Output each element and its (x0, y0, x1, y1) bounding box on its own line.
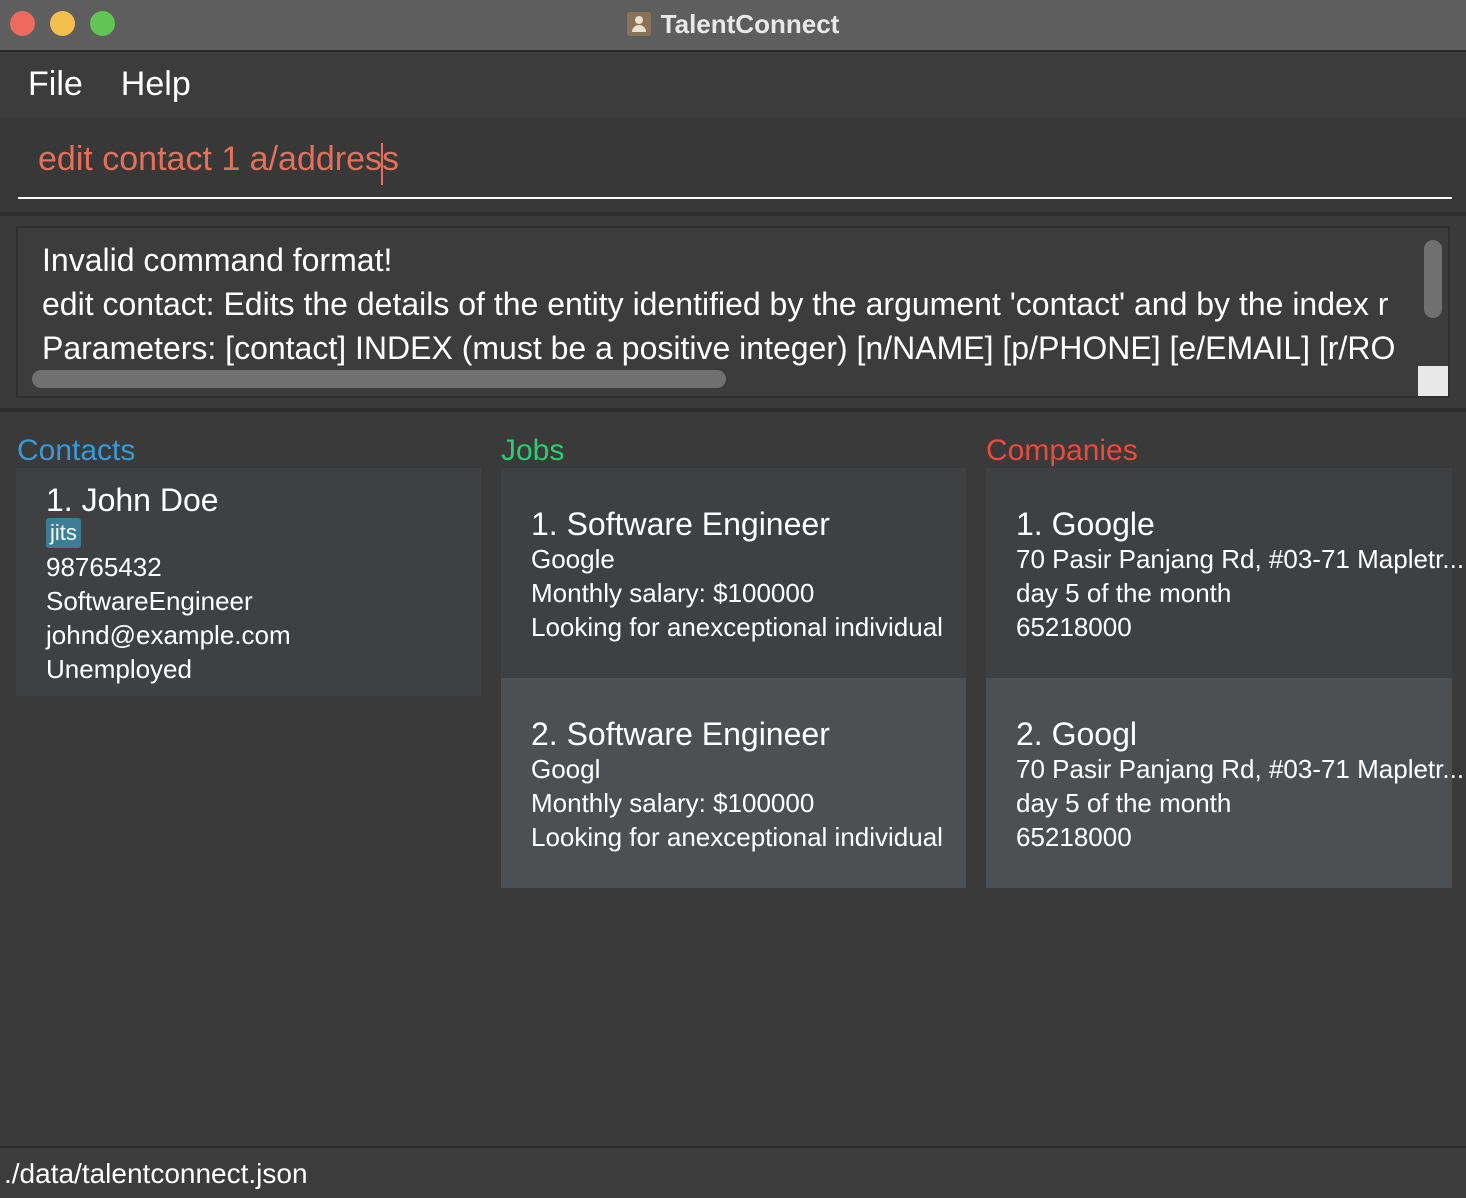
contact-email: johnd@example.com (46, 620, 291, 650)
scroll-corner (1418, 366, 1448, 396)
job-company: Googl (531, 754, 601, 784)
divider (0, 212, 1466, 216)
title-bar: TalentConnect (0, 0, 1466, 52)
contact-phone: 98765432 (46, 552, 162, 582)
company-phone: 65218000 (1016, 612, 1132, 642)
job-card[interactable]: 1. Software Engineer Google Monthly sala… (501, 468, 966, 678)
window-title: TalentConnect (660, 8, 840, 39)
contacts-panel-title: Contacts (17, 434, 136, 467)
text-caret (381, 143, 383, 185)
contact-name: 1. John Doe (46, 482, 219, 518)
divider (0, 408, 1466, 412)
company-name: 1. Google (1016, 506, 1155, 542)
contacts-app-icon (626, 12, 651, 36)
result-display[interactable]: Invalid command format! edit contact: Ed… (16, 226, 1450, 398)
contact-role: SoftwareEngineer (46, 586, 253, 616)
company-address: 70 Pasir Panjang Rd, #03-71 Mapletr... (1016, 544, 1465, 574)
contact-tag: jits (46, 518, 81, 548)
job-title: 2. Software Engineer (531, 716, 830, 752)
menu-help[interactable]: Help (121, 65, 191, 104)
job-card[interactable]: 2. Software Engineer Googl Monthly salar… (501, 678, 966, 888)
result-line-2: edit contact: Edits the details of the e… (42, 286, 1389, 322)
job-description: Looking for anexceptional individual (531, 822, 943, 852)
window-title-group: TalentConnect (0, 0, 1466, 48)
company-card[interactable]: 2. Googl 70 Pasir Panjang Rd, #03-71 Map… (986, 678, 1464, 888)
job-title: 1. Software Engineer (531, 506, 830, 542)
job-company: Google (531, 544, 615, 574)
company-name: 2. Googl (1016, 716, 1137, 752)
job-salary: Monthly salary: $100000 (531, 578, 815, 608)
menu-file[interactable]: File (28, 65, 83, 104)
companies-panel-title: Companies (986, 434, 1138, 467)
contact-card[interactable]: 1. John Doe jits 98765432 SoftwareEngine… (16, 468, 481, 696)
command-input-underline (18, 197, 1452, 199)
job-salary: Monthly salary: $100000 (531, 788, 815, 818)
command-input[interactable]: edit contact 1 a/address (38, 140, 399, 179)
company-billing-date: day 5 of the month (1016, 788, 1232, 818)
company-card[interactable]: 1. Google 70 Pasir Panjang Rd, #03-71 Ma… (986, 468, 1464, 678)
company-billing-date: day 5 of the month (1016, 578, 1232, 608)
result-line-1: Invalid command format! (42, 242, 393, 278)
status-bar: ./data/talentconnect.json (0, 1146, 1466, 1198)
company-phone: 65218000 (1016, 822, 1132, 852)
job-description: Looking for anexceptional individual (531, 612, 943, 642)
menu-bar: File Help (0, 52, 1466, 116)
result-line-3: Parameters: [contact] INDEX (must be a p… (42, 330, 1396, 366)
contact-status: Unemployed (46, 654, 192, 684)
save-file-path: ./data/talentconnect.json (4, 1158, 308, 1189)
company-address: 70 Pasir Panjang Rd, #03-71 Mapletr... (1016, 754, 1465, 784)
jobs-panel-title: Jobs (501, 434, 565, 467)
horizontal-scrollbar-thumb[interactable] (32, 370, 726, 388)
vertical-scrollbar-thumb[interactable] (1424, 240, 1442, 318)
